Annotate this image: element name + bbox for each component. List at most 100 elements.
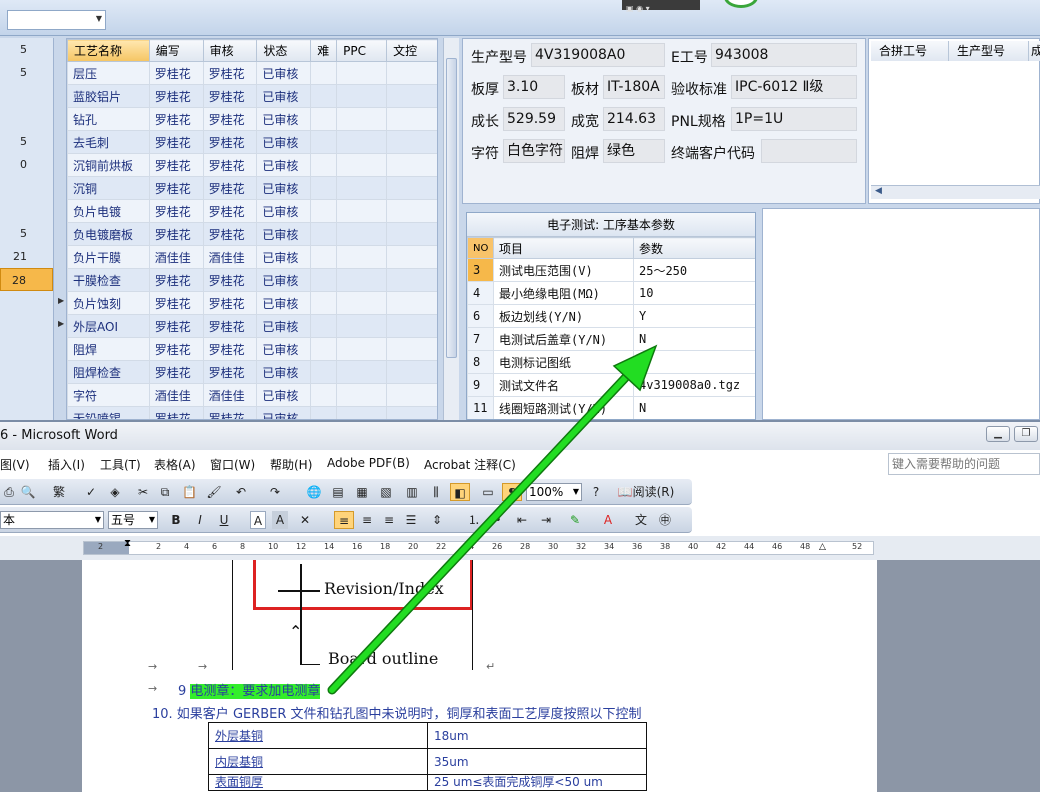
tables-borders-icon[interactable]: ▤ (330, 483, 346, 501)
process-cell[interactable]: 罗桂花 (202, 268, 258, 292)
numbering-icon[interactable]: ⒈ (466, 511, 482, 529)
underline-icon[interactable]: U (216, 511, 232, 529)
process-cell[interactable]: 已审核 (256, 337, 312, 361)
param-item-cell[interactable]: 线圈短路测试(Y/N) (493, 396, 634, 419)
process-cell[interactable] (310, 84, 338, 108)
minimize-icon[interactable]: ▁ (986, 426, 1010, 442)
process-row[interactable]: 无铅喷锡 罗桂花 罗桂花 已审核 (67, 406, 437, 419)
print-preview-icon[interactable]: 🔍 (20, 483, 36, 501)
show-hide-icon[interactable]: ▭ (480, 483, 496, 501)
job-list-item[interactable]: 28 (0, 268, 53, 291)
char-field[interactable]: 白色字符 (503, 139, 565, 163)
process-name-cell[interactable]: 负片电镀 (67, 199, 150, 223)
process-cell[interactable]: 已审核 (256, 199, 312, 223)
process-name-cell[interactable]: 去毛刺 (67, 130, 150, 154)
process-cell[interactable] (336, 337, 388, 361)
process-cell[interactable] (310, 360, 338, 384)
process-cell[interactable] (386, 199, 437, 223)
customer-code-field[interactable] (761, 139, 857, 163)
mask-field[interactable]: 绿色 (603, 139, 665, 163)
param-no-cell[interactable]: 3 (467, 258, 494, 282)
paragraph-marks-icon[interactable]: ¶ (502, 483, 522, 501)
merge-hscrollbar[interactable]: ◀ (871, 185, 1040, 199)
align-center-icon[interactable]: ≡ (358, 511, 376, 529)
process-cell[interactable] (310, 153, 338, 177)
align-justify-icon[interactable]: ≡ (334, 511, 354, 529)
char-border-icon[interactable]: A (250, 511, 266, 529)
process-cell[interactable]: 罗桂花 (202, 291, 258, 315)
process-cell[interactable]: 罗桂花 (202, 406, 258, 419)
process-cell[interactable] (336, 360, 388, 384)
hyperlink-icon[interactable]: 🌐 (306, 483, 322, 501)
param-row[interactable]: 8 电测标记图纸 (467, 350, 755, 374)
process-cell[interactable]: 罗桂花 (202, 61, 258, 85)
process-row[interactable]: 负电镀磨板 罗桂花 罗桂花 已审核 (67, 222, 437, 246)
process-cell[interactable] (336, 222, 388, 246)
process-cell[interactable] (336, 314, 388, 338)
process-cell[interactable]: 罗桂花 (202, 176, 258, 200)
material-field[interactable]: IT-180A (603, 75, 665, 99)
menu-item[interactable]: 窗口(W) (210, 456, 255, 473)
job-list-item[interactable]: 5 (0, 61, 53, 84)
param-item-cell[interactable]: 测试电压范围(V) (493, 258, 634, 282)
job-list-item[interactable]: 5 (0, 38, 53, 61)
process-cell[interactable] (386, 291, 437, 315)
process-row[interactable]: 去毛刺 罗桂花 罗桂花 已审核 (67, 130, 437, 154)
process-row[interactable]: 钻孔 罗桂花 罗桂花 已审核 (67, 107, 437, 131)
pnl-field[interactable]: 1P=1U (731, 107, 857, 131)
process-cell[interactable]: 罗桂花 (202, 107, 258, 131)
process-cell[interactable]: 已审核 (256, 107, 312, 131)
param-value-cell[interactable]: Y (633, 304, 755, 328)
process-cell[interactable]: 已审核 (256, 406, 312, 419)
process-cell[interactable]: 罗桂花 (148, 337, 204, 361)
param-row[interactable]: 4 最小绝缘电阻(MΩ) 10 (467, 281, 755, 305)
job-list-item[interactable] (0, 199, 53, 222)
process-row[interactable]: 沉铜前烘板 罗桂花 罗桂花 已审核 (67, 153, 437, 177)
process-cell[interactable] (336, 176, 388, 200)
line-spacing-icon[interactable]: ⇕ (428, 511, 446, 529)
job-list-item[interactable]: 0 (0, 153, 53, 176)
process-name-cell[interactable]: 层压 (67, 61, 150, 85)
thickness-field[interactable]: 3.10 (503, 75, 565, 99)
process-name-cell[interactable]: 外层AOI (67, 314, 150, 338)
align-right-icon[interactable]: ≡ (380, 511, 398, 529)
process-header-cell[interactable]: 审核 (202, 39, 258, 62)
process-cell[interactable] (386, 61, 437, 85)
merge-header-extra[interactable]: 成 (1029, 41, 1040, 61)
process-row[interactable]: 字符 酒佳佳 酒佳佳 已审核 (67, 383, 437, 407)
process-cell[interactable]: 罗桂花 (148, 291, 204, 315)
process-cell[interactable]: 酒佳佳 (148, 383, 204, 407)
param-no-cell[interactable]: 6 (467, 304, 494, 328)
char-shading-icon[interactable]: A (272, 511, 288, 529)
param-value-cell[interactable]: N (633, 327, 755, 351)
process-row[interactable]: 阻焊检查 罗桂花 罗桂花 已审核 (67, 360, 437, 384)
copper-value-cell[interactable]: 25 um≤表面完成铜厚<50 um (427, 774, 647, 791)
distribute-icon[interactable]: ☰ (402, 511, 420, 529)
scrollbar-thumb[interactable] (446, 58, 457, 358)
zoom-select[interactable]: 100% ▼ (526, 483, 582, 501)
param-item-cell[interactable]: 板边划线(Y/N) (493, 304, 634, 328)
undo-icon[interactable]: ↶ (234, 483, 248, 501)
job-list-item[interactable]: 5 (0, 222, 53, 245)
job-list-item[interactable]: 21 (0, 245, 53, 268)
process-cell[interactable] (386, 245, 437, 269)
process-cell[interactable] (310, 291, 338, 315)
process-cell[interactable]: 已审核 (256, 383, 312, 407)
menu-item[interactable]: 表格(A) (154, 456, 196, 473)
font-size-select[interactable]: 五号 ▼ (108, 511, 158, 529)
process-cell[interactable]: 已审核 (256, 130, 312, 154)
process-cell[interactable]: 罗桂花 (148, 360, 204, 384)
process-header-cell[interactable]: 难 (310, 39, 338, 62)
process-cell[interactable] (310, 222, 338, 246)
process-name-cell[interactable]: 负片干膜 (67, 245, 150, 269)
process-cell[interactable]: 罗桂花 (202, 84, 258, 108)
copper-item-cell[interactable]: 外层基铜 (208, 722, 428, 749)
process-name-cell[interactable]: 无铅喷锡 (67, 406, 150, 419)
process-header-cell[interactable]: 状态 (256, 39, 312, 62)
param-no-cell[interactable]: 9 (467, 373, 494, 397)
indent-marker-icon[interactable]: ⧗ (124, 538, 131, 549)
eno-field[interactable]: 943008 (711, 43, 857, 67)
process-header-cell[interactable]: 工艺名称 (67, 39, 150, 62)
process-cell[interactable] (310, 199, 338, 223)
param-no-cell[interactable]: 11 (467, 396, 494, 419)
